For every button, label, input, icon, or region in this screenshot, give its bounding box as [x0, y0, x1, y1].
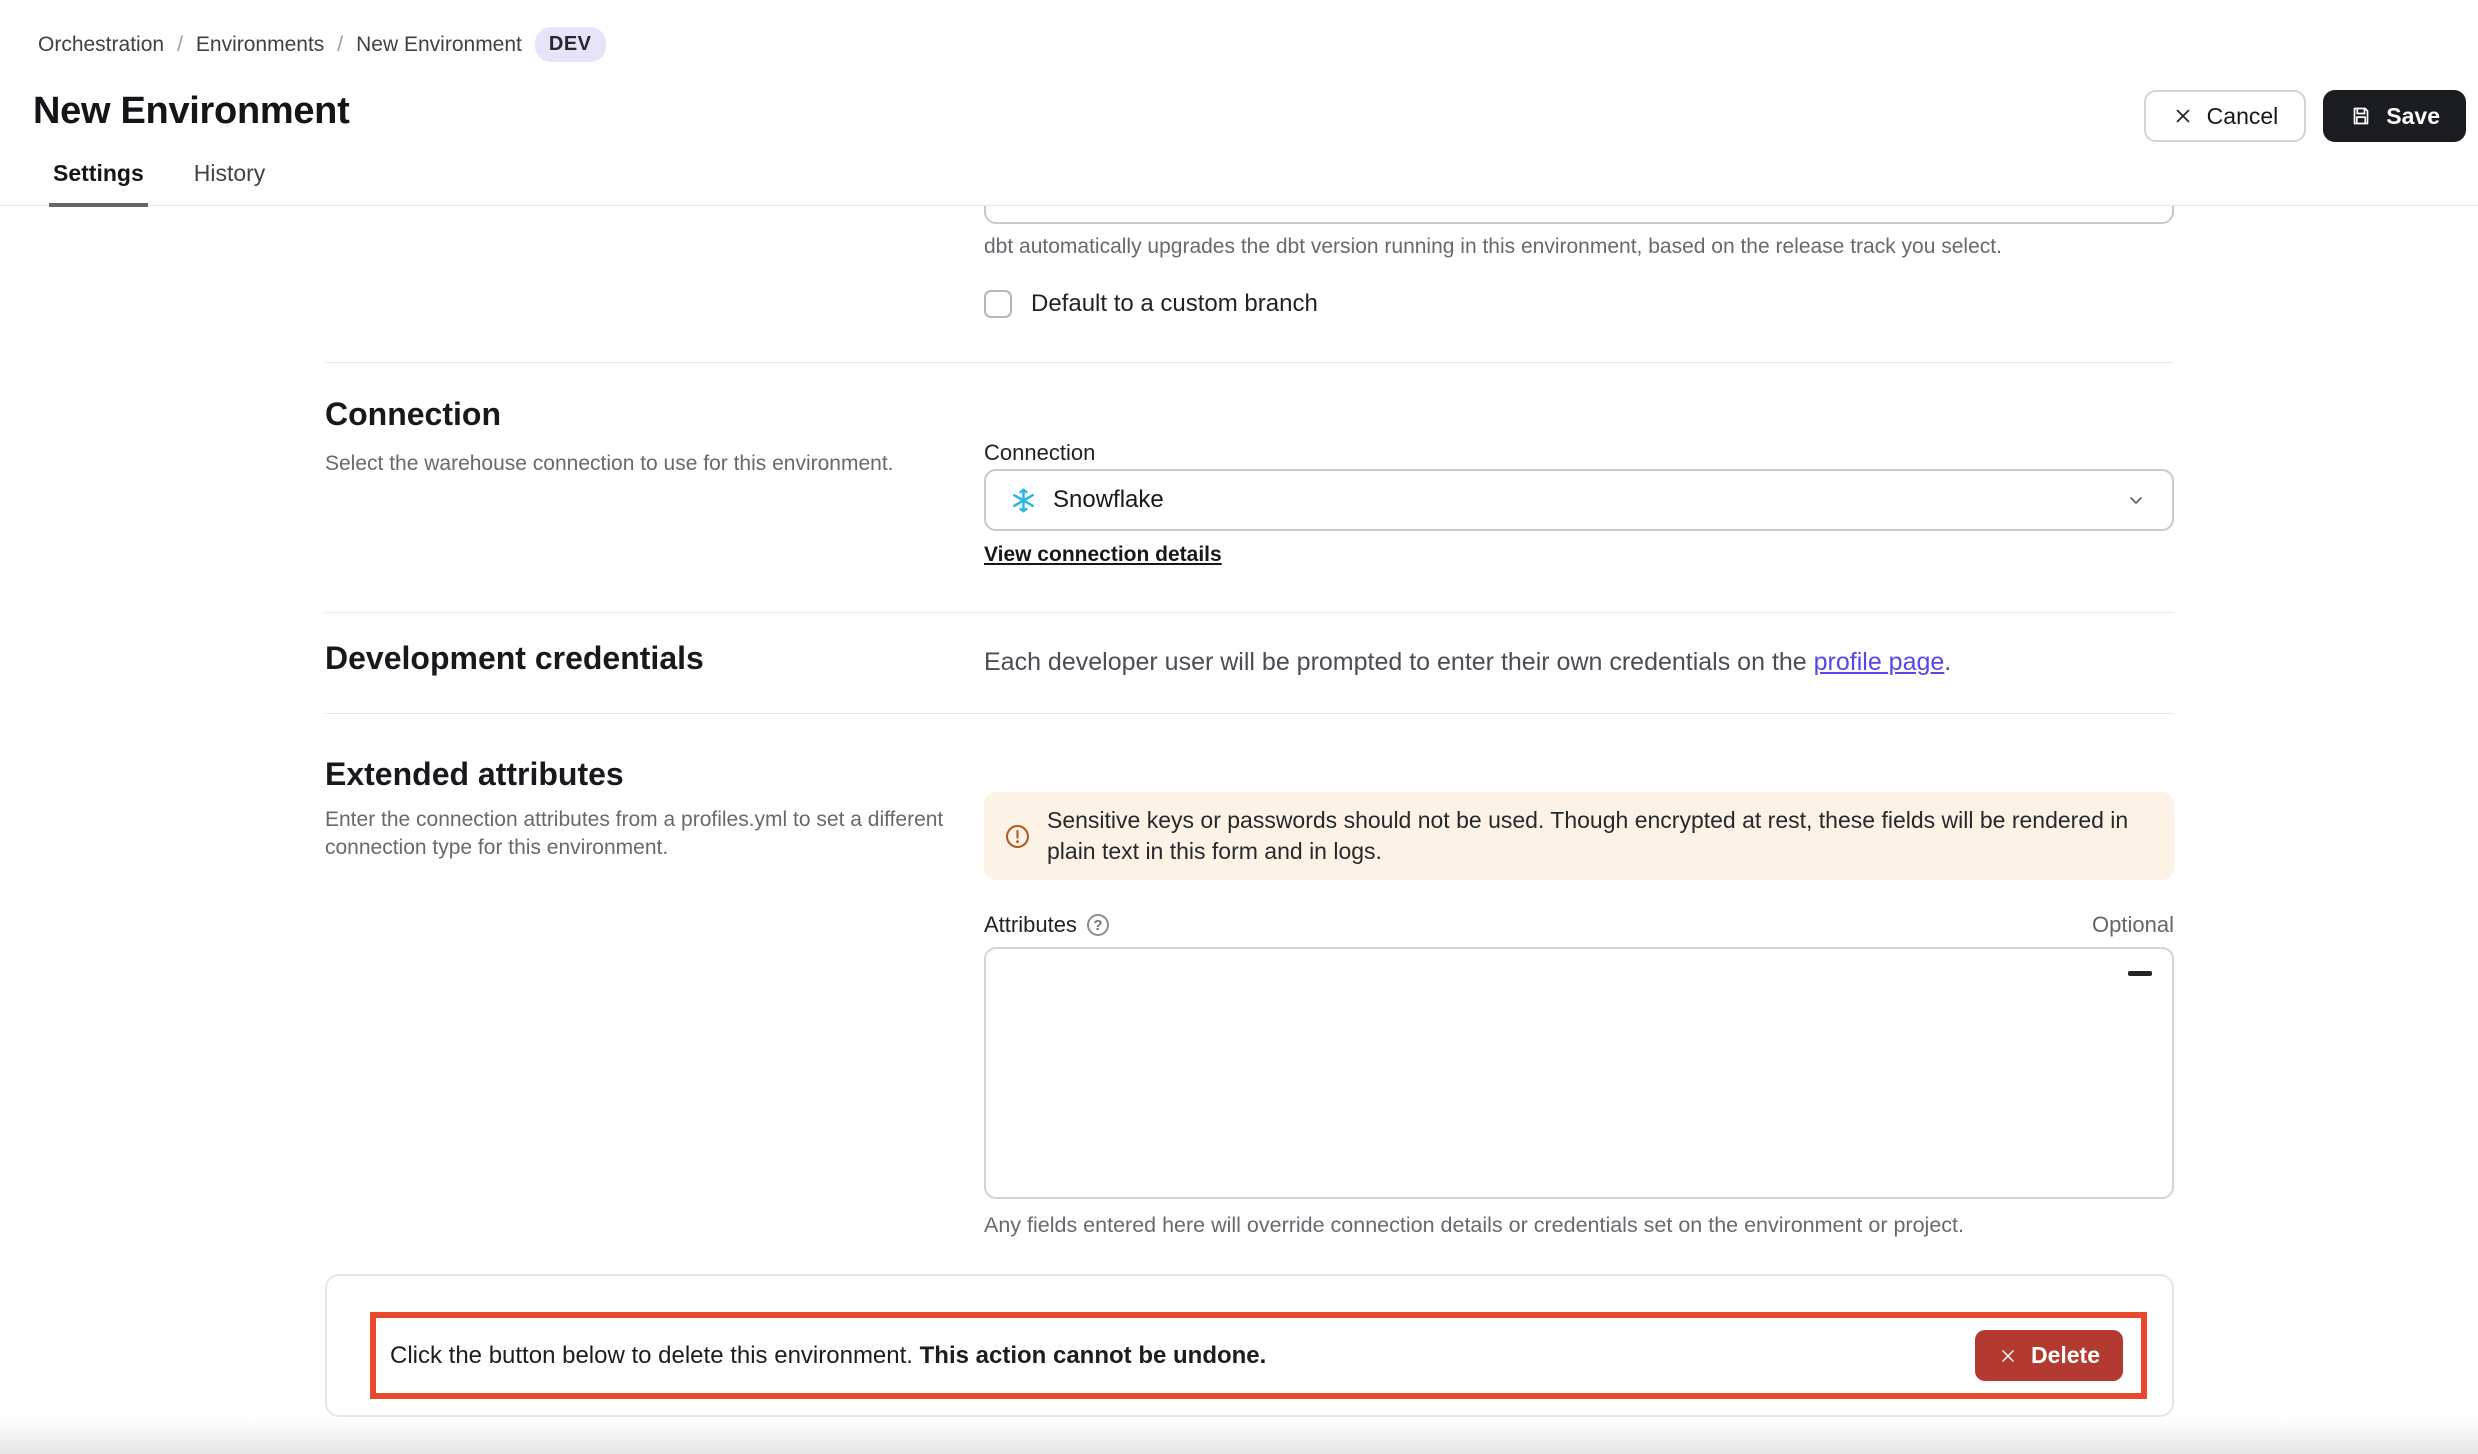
delete-button[interactable]: Delete — [1975, 1330, 2123, 1381]
extended-attributes-description: Enter the connection attributes from a p… — [325, 806, 955, 862]
connection-section-title: Connection — [325, 396, 501, 433]
profile-page-link[interactable]: profile page — [1814, 648, 1945, 676]
page-header: Orchestration / Environments / New Envir… — [0, 0, 2478, 206]
delete-text-normal: Click the button below to delete this en… — [390, 1342, 920, 1369]
warning-icon — [1004, 823, 1031, 850]
snowflake-icon — [1010, 487, 1037, 514]
save-button-label: Save — [2386, 103, 2440, 130]
connection-field-label: Connection — [984, 440, 1095, 466]
delete-text-bold: This action cannot be undone. — [920, 1342, 1267, 1369]
tab-history[interactable]: History — [190, 160, 270, 205]
breadcrumb: Orchestration / Environments / New Envir… — [38, 27, 606, 62]
release-track-helper-text: dbt automatically upgrades the dbt versi… — [984, 235, 2002, 259]
custom-branch-checkbox[interactable] — [984, 290, 1012, 318]
breadcrumb-separator: / — [177, 33, 183, 57]
breadcrumb-item-orchestration[interactable]: Orchestration — [38, 33, 164, 57]
view-connection-details-link[interactable]: View connection details — [984, 543, 1222, 567]
sensitive-keys-warning: Sensitive keys or passwords should not b… — [984, 792, 2174, 880]
collapse-editor-icon[interactable] — [2128, 971, 2152, 976]
attributes-label: Attributes — [984, 912, 1077, 938]
connection-selected-value: Snowflake — [1053, 486, 1164, 514]
env-type-badge: DEV — [535, 27, 606, 62]
section-divider — [325, 713, 2174, 714]
breadcrumb-item-new-environment[interactable]: New Environment — [356, 33, 522, 57]
optional-label: Optional — [2092, 912, 2174, 938]
tab-settings[interactable]: Settings — [49, 160, 148, 207]
page-title: New Environment — [33, 90, 349, 133]
cancel-button[interactable]: Cancel — [2144, 90, 2307, 142]
attributes-editor[interactable] — [984, 947, 2174, 1199]
save-icon — [2349, 104, 2373, 128]
save-button[interactable]: Save — [2323, 90, 2466, 142]
chevron-down-icon — [2124, 488, 2148, 512]
header-actions: Cancel Save — [2144, 90, 2466, 142]
close-icon — [2172, 105, 2194, 127]
warning-text: Sensitive keys or passwords should not b… — [1047, 805, 2154, 867]
attributes-helper-text: Any fields entered here will override co… — [984, 1213, 1964, 1238]
attributes-label-row: Attributes ? Optional — [984, 912, 2174, 938]
delete-button-label: Delete — [2031, 1342, 2100, 1369]
delete-x-icon — [1998, 1346, 2018, 1366]
custom-branch-row: Default to a custom branch — [984, 290, 1318, 318]
breadcrumb-separator: / — [337, 33, 343, 57]
section-divider — [325, 612, 2174, 613]
dev-credentials-text: Each developer user will be prompted to … — [984, 648, 1951, 677]
tab-bar: Settings History — [49, 160, 269, 205]
breadcrumb-item-environments[interactable]: Environments — [196, 33, 324, 57]
help-icon[interactable]: ? — [1087, 914, 1109, 936]
dev-credentials-section-title: Development credentials — [325, 640, 704, 677]
dev-credentials-text-before: Each developer user will be prompted to … — [984, 648, 1814, 676]
dev-credentials-text-after: . — [1944, 648, 1951, 676]
delete-environment-card: Click the button below to delete this en… — [325, 1274, 2174, 1417]
connection-select[interactable]: Snowflake — [984, 469, 2174, 531]
custom-branch-label: Default to a custom branch — [1031, 290, 1318, 318]
extended-attributes-section-title: Extended attributes — [325, 756, 624, 793]
new-environment-page: Orchestration / Environments / New Envir… — [0, 0, 2478, 1454]
connection-section-description: Select the warehouse connection to use f… — [325, 450, 894, 478]
release-track-field-partial[interactable] — [984, 206, 2174, 224]
cancel-button-label: Cancel — [2207, 103, 2279, 130]
page-bottom-fade — [0, 1417, 2478, 1454]
section-divider — [325, 362, 2174, 363]
delete-environment-highlight: Click the button below to delete this en… — [370, 1312, 2147, 1399]
delete-environment-text: Click the button below to delete this en… — [390, 1342, 1266, 1370]
